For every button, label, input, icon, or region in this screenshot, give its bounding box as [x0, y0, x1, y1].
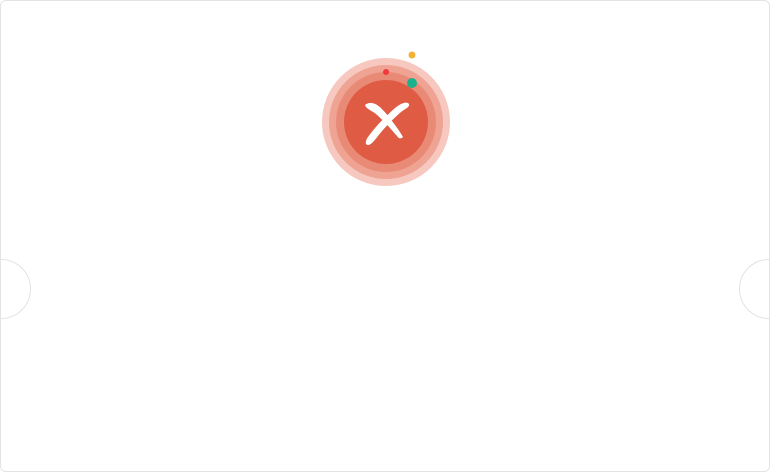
ticket-notch-left — [1, 259, 31, 319]
confetti-dot-red — [383, 69, 389, 75]
status-card — [0, 0, 770, 472]
ticket-notch-right — [739, 259, 769, 319]
error-status-emblem — [321, 51, 451, 187]
confetti-dot-green — [407, 78, 417, 88]
error-x-icon — [322, 51, 450, 186]
confetti-dot-yellow — [408, 51, 416, 59]
